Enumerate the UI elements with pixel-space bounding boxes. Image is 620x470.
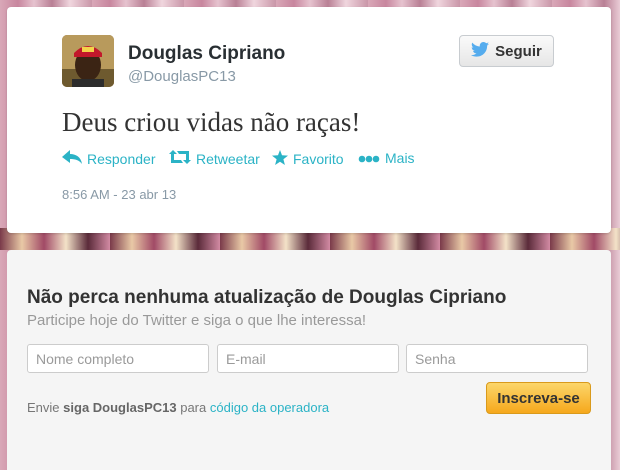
reply-action[interactable]: Responder xyxy=(62,150,156,167)
avatar[interactable] xyxy=(62,35,114,87)
tweet-text: Deus criou vidas não raças! xyxy=(62,107,361,137)
signup-button[interactable]: Inscreva-se xyxy=(486,382,591,414)
reply-label: Responder xyxy=(87,150,156,167)
sms-command: siga DouglasPC13 xyxy=(63,400,177,415)
star-icon xyxy=(272,150,288,168)
more-dots-icon xyxy=(358,150,380,166)
sms-prefix: Envie xyxy=(27,400,60,415)
author-handle[interactable]: @DouglasPC13 xyxy=(128,68,236,85)
follow-label: Seguir xyxy=(495,42,542,60)
email-input[interactable] xyxy=(217,344,399,373)
carrier-code-link[interactable]: código da operadora xyxy=(210,400,329,415)
more-label: Mais xyxy=(385,150,415,166)
follow-button[interactable]: Seguir xyxy=(459,35,554,67)
more-action[interactable]: Mais xyxy=(358,150,415,166)
signup-title: Não perca nenhuma atualização de Douglas… xyxy=(27,287,507,308)
favorite-label: Favorito xyxy=(293,151,344,167)
tweet-timestamp[interactable]: 8:56 AM - 23 abr 13 xyxy=(62,187,176,202)
full-name-input[interactable] xyxy=(27,344,209,373)
sms-middle: para xyxy=(180,400,207,415)
password-input[interactable] xyxy=(406,344,588,373)
signup-panel: Não perca nenhuma atualização de Douglas… xyxy=(7,250,611,470)
retweet-action[interactable]: Retweetar xyxy=(169,150,260,167)
avatar-image xyxy=(62,35,114,87)
signup-subtitle: Participe hoje do Twitter e siga o que l… xyxy=(27,312,367,329)
sms-instructions: Envie siga DouglasPC13 para código da op… xyxy=(27,400,329,415)
tweet-card: Douglas Cipriano @DouglasPC13 Seguir Deu… xyxy=(7,7,611,233)
retweet-icon xyxy=(169,150,191,167)
favorite-action[interactable]: Favorito xyxy=(272,150,344,168)
author-name[interactable]: Douglas Cipriano xyxy=(128,43,285,65)
retweet-label: Retweetar xyxy=(196,150,260,167)
reply-icon xyxy=(62,150,82,167)
twitter-bird-icon xyxy=(471,41,490,61)
